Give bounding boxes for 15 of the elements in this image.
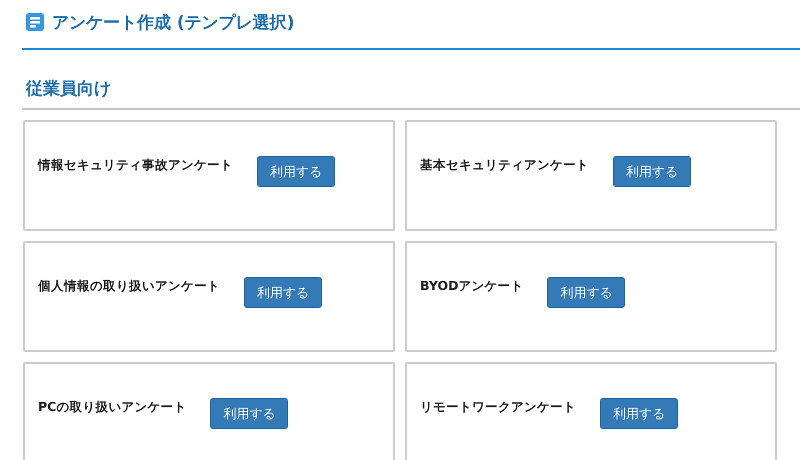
use-button[interactable]: 利用する [600,398,678,429]
use-button[interactable]: 利用する [613,156,691,187]
use-button[interactable]: 利用する [244,277,322,308]
template-name: BYODアンケート [420,278,524,295]
use-button[interactable]: 利用する [257,156,335,187]
template-name: 個人情報の取り扱いアンケート [38,278,220,295]
section-title: 従業員向け [26,78,111,100]
form-icon [26,13,44,31]
template-name: 情報セキュリティ事故アンケート [38,157,233,174]
template-name: 基本セキュリティアンケート [420,157,589,174]
page-title: アンケート作成 (テンプレ選択) [52,12,294,34]
use-button[interactable]: 利用する [547,277,626,308]
template-name: リモートワークアンケート [420,399,576,416]
use-button[interactable]: 利用する [210,398,288,429]
template-name: PCの取り扱いアンケート [38,399,186,416]
